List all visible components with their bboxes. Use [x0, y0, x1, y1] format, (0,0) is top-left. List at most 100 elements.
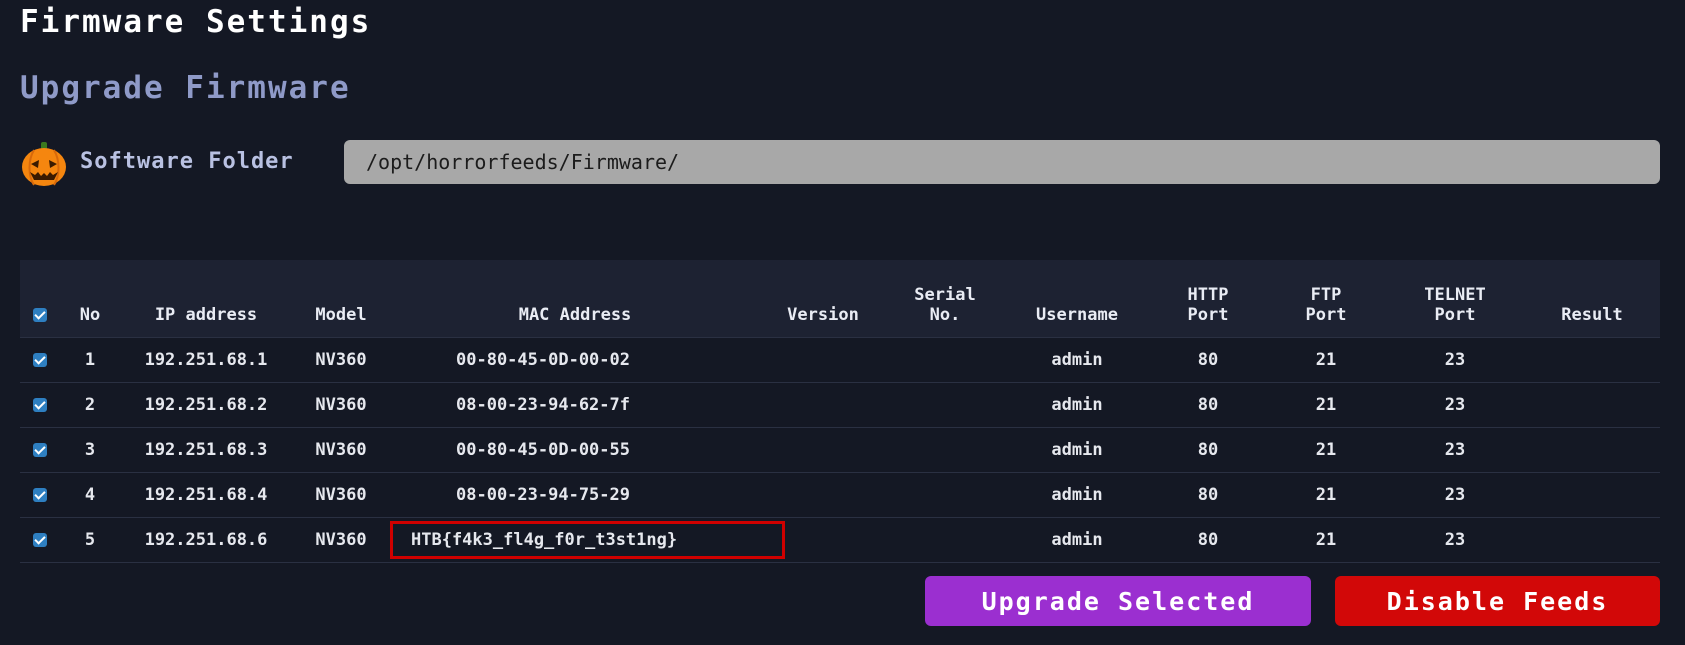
col-model: Model — [292, 260, 390, 338]
col-http-line1: HTTP — [1187, 285, 1229, 305]
devices-table: No IP address Model MAC Address Version … — [20, 260, 1660, 563]
cell-telnet-port: 23 — [1386, 472, 1524, 518]
table-row: 3 192.251.68.3 NV360 00-80-45-0D-00-55 a… — [20, 427, 1660, 473]
cell-result — [1524, 337, 1660, 383]
cell-ip: 192.251.68.2 — [120, 382, 292, 428]
cell-model: NV360 — [292, 337, 390, 383]
cell-username: admin — [1004, 382, 1150, 428]
row-checkbox-cell[interactable] — [20, 337, 60, 383]
cell-mac: 00-80-45-0D-00-55 — [390, 427, 760, 473]
col-mac: MAC Address — [390, 260, 760, 338]
page-title: Firmware Settings — [20, 4, 372, 40]
cell-username: admin — [1004, 427, 1150, 473]
row-checkbox[interactable] — [33, 533, 47, 547]
cell-result — [1524, 427, 1660, 473]
cell-mac-highlighted: HTB{f4k3_fl4g_f0r_t3st1ng} — [390, 517, 785, 563]
cell-serial — [886, 427, 1004, 473]
cell-http-port: 80 — [1150, 427, 1266, 473]
cell-ip: 192.251.68.1 — [120, 337, 292, 383]
col-result: Result — [1524, 260, 1660, 338]
table-row: 2 192.251.68.2 NV360 08-00-23-94-62-7f a… — [20, 382, 1660, 428]
cell-ip: 192.251.68.4 — [120, 472, 292, 518]
cell-model: NV360 — [292, 517, 390, 563]
col-serial-line1: Serial — [914, 285, 976, 305]
cell-result — [1524, 472, 1660, 518]
software-folder-input[interactable] — [344, 140, 1660, 184]
col-http-line2: Port — [1187, 305, 1229, 325]
cell-model: NV360 — [292, 427, 390, 473]
row-checkbox[interactable] — [33, 398, 47, 412]
table-row: 1 192.251.68.1 NV360 00-80-45-0D-00-02 a… — [20, 337, 1660, 383]
cell-serial — [886, 337, 1004, 383]
cell-version — [760, 337, 886, 383]
col-serial-line2: No. — [929, 305, 961, 325]
cell-version — [760, 472, 886, 518]
cell-no: 3 — [60, 427, 120, 473]
row-checkbox-cell[interactable] — [20, 427, 60, 473]
row-checkbox-cell[interactable] — [20, 517, 60, 563]
table-row: 4 192.251.68.4 NV360 08-00-23-94-75-29 a… — [20, 472, 1660, 518]
cell-no: 5 — [60, 517, 120, 563]
col-serial: Serial No. — [886, 260, 1004, 338]
col-telnet-line1: TELNET — [1424, 285, 1486, 305]
cell-no: 2 — [60, 382, 120, 428]
col-ip: IP address — [120, 260, 292, 338]
cell-no: 1 — [60, 337, 120, 383]
cell-telnet-port: 23 — [1386, 427, 1524, 473]
select-all-checkbox-cell[interactable] — [20, 260, 60, 338]
cell-ip: 192.251.68.3 — [120, 427, 292, 473]
cell-ftp-port: 21 — [1266, 427, 1386, 473]
cell-ftp-port: 21 — [1266, 337, 1386, 383]
folder-row: Software Folder — [20, 140, 1660, 186]
cell-version — [760, 382, 886, 428]
section-title: Upgrade Firmware — [20, 70, 351, 106]
col-ftp-line1: FTP — [1310, 285, 1342, 305]
upgrade-selected-button[interactable]: Upgrade Selected — [925, 576, 1311, 626]
cell-username: admin — [1004, 517, 1150, 563]
cell-telnet-port: 23 — [1386, 517, 1524, 563]
col-username: Username — [1004, 260, 1150, 338]
flag-highlight-box: HTB{f4k3_fl4g_f0r_t3st1ng} — [390, 521, 785, 559]
row-checkbox[interactable] — [33, 443, 47, 457]
row-checkbox-cell[interactable] — [20, 472, 60, 518]
row-checkbox[interactable] — [33, 488, 47, 502]
cell-mac: 00-80-45-0D-00-02 — [390, 337, 760, 383]
row-checkbox[interactable] — [33, 353, 47, 367]
cell-ftp-port: 21 — [1266, 517, 1386, 563]
cell-serial — [886, 382, 1004, 428]
cell-http-port: 80 — [1150, 517, 1266, 563]
cell-result — [1524, 517, 1660, 563]
cell-mac: 08-00-23-94-75-29 — [390, 472, 760, 518]
cell-model: NV360 — [292, 382, 390, 428]
col-version: Version — [760, 260, 886, 338]
col-telnet-port: TELNET Port — [1386, 260, 1524, 338]
cell-version — [760, 427, 886, 473]
cell-ftp-port: 21 — [1266, 472, 1386, 518]
col-http-port: HTTP Port — [1150, 260, 1266, 338]
table-row: 5 192.251.68.6 NV360 HTB{f4k3_fl4g_f0r_t… — [20, 517, 1660, 563]
cell-http-port: 80 — [1150, 382, 1266, 428]
disable-feeds-button[interactable]: Disable Feeds — [1335, 576, 1660, 626]
software-folder-label: Software Folder — [80, 149, 294, 174]
cell-mac: 08-00-23-94-62-7f — [390, 382, 760, 428]
col-telnet-line2: Port — [1434, 305, 1476, 325]
cell-http-port: 80 — [1150, 472, 1266, 518]
col-no: No — [60, 260, 120, 338]
cell-model: NV360 — [292, 472, 390, 518]
cell-serial — [886, 472, 1004, 518]
pumpkin-icon — [22, 142, 66, 186]
table-header-row: No IP address Model MAC Address Version … — [20, 260, 1660, 338]
cell-result — [1524, 382, 1660, 428]
select-all-checkbox[interactable] — [33, 308, 47, 322]
row-checkbox-cell[interactable] — [20, 382, 60, 428]
cell-telnet-port: 23 — [1386, 337, 1524, 383]
cell-ip: 192.251.68.6 — [120, 517, 292, 563]
cell-username: admin — [1004, 337, 1150, 383]
col-ftp-port: FTP Port — [1266, 260, 1386, 338]
cell-username: admin — [1004, 472, 1150, 518]
col-ftp-line2: Port — [1305, 305, 1347, 325]
cell-serial — [886, 517, 1004, 563]
cell-no: 4 — [60, 472, 120, 518]
cell-ftp-port: 21 — [1266, 382, 1386, 428]
cell-http-port: 80 — [1150, 337, 1266, 383]
